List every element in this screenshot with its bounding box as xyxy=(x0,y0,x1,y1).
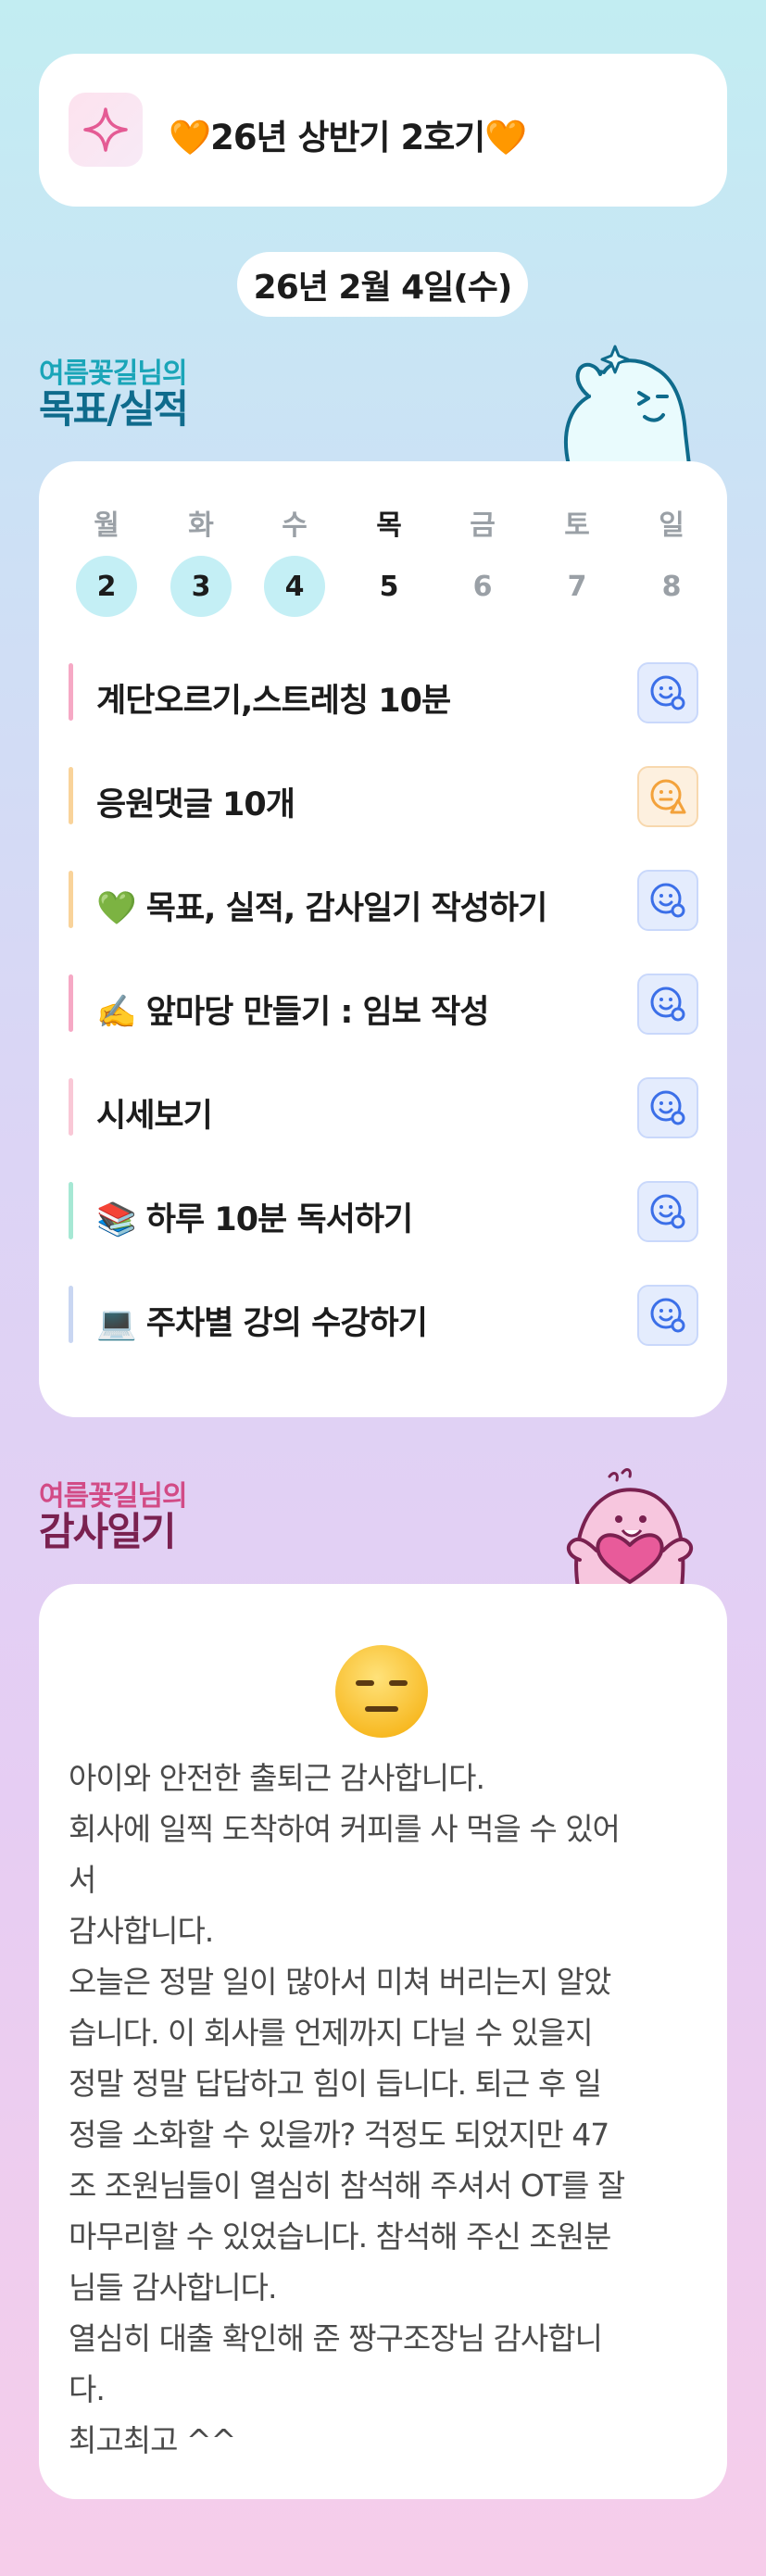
day-name: 목 xyxy=(376,509,402,542)
task-color-bar xyxy=(69,663,73,721)
date-selector[interactable]: 26년 2월 4일(수) xyxy=(237,252,528,317)
day-number: 7 xyxy=(567,570,587,603)
task-row[interactable]: 응원댓글 10개 xyxy=(69,761,698,828)
day-number: 6 xyxy=(472,570,493,603)
day-number: 5 xyxy=(379,570,399,603)
blue-smile-icon[interactable] xyxy=(637,1181,698,1242)
day-name: 토 xyxy=(564,509,590,542)
day-number: 2 xyxy=(76,556,137,617)
task-row[interactable]: 💚 목표, 실적, 감사일기 작성하기 xyxy=(69,865,698,932)
blue-smile-icon[interactable] xyxy=(637,1285,698,1346)
day-friday[interactable]: 금 6 xyxy=(450,508,515,617)
task-color-bar xyxy=(69,767,73,824)
task-label: 응원댓글 10개 xyxy=(96,786,295,823)
mascot-thumbs-up-illustration xyxy=(564,345,691,465)
goals-card: 월 2 화 3 수 4 목 5 금 6 토 7 일 8 계단오르기,스트레칭 1… xyxy=(39,461,727,1417)
gratitude-line: 조 조원님들이 열심히 참석해 주셔서 OT를 잘 xyxy=(69,2168,625,2204)
blue-smile-icon[interactable] xyxy=(637,974,698,1035)
day-monday[interactable]: 월 2 xyxy=(74,508,139,617)
task-label: 💚 목표, 실적, 감사일기 작성하기 xyxy=(96,890,547,927)
gratitude-line: 감사합니다. xyxy=(69,1913,214,1949)
gratitude-line: 정을 소화할 수 있을까? 걱정도 되었지만 47 xyxy=(69,2117,609,2153)
mascot-heart-illustration xyxy=(566,1468,694,1588)
task-color-bar xyxy=(69,1182,73,1239)
gratitude-text: 아이와 안전한 출퇴근 감사합니다. 회사에 일찍 도착하여 커피를 사 먹을 … xyxy=(69,1753,708,2466)
day-number: 4 xyxy=(264,556,325,617)
blue-smile-icon[interactable] xyxy=(637,870,698,931)
day-name: 수 xyxy=(282,509,308,542)
day-name: 금 xyxy=(470,509,496,542)
blue-smile-icon[interactable] xyxy=(637,1077,698,1138)
task-row[interactable]: 시세보기 xyxy=(69,1073,698,1139)
task-row[interactable]: 💻 주차별 강의 수강하기 xyxy=(69,1280,698,1347)
blue-smile-icon[interactable] xyxy=(637,662,698,723)
day-tuesday[interactable]: 화 3 xyxy=(169,508,233,617)
task-row[interactable]: ✍️ 앞마당 만들기 : 임보 작성 xyxy=(69,969,698,1036)
gratitude-line: 오늘은 정말 일이 많아서 미쳐 버리는지 알았 xyxy=(69,1964,611,2000)
gratitude-line: 서 xyxy=(69,1862,96,1898)
task-color-bar xyxy=(69,871,73,928)
gratitude-line: 님들 감사합니다. xyxy=(69,2269,278,2306)
gratitude-line: 최고최고 ^^ xyxy=(69,2422,236,2458)
task-label: 💻 주차별 강의 수강하기 xyxy=(96,1305,428,1342)
gratitude-line: 회사에 일찍 도착하여 커피를 사 먹을 수 있어 xyxy=(69,1811,621,1847)
sparkle-icon xyxy=(69,93,143,167)
day-name: 일 xyxy=(659,509,684,542)
gratitude-card: 아이와 안전한 출퇴근 감사합니다. 회사에 일찍 도착하여 커피를 사 먹을 … xyxy=(39,1584,727,2499)
task-color-bar xyxy=(69,1286,73,1343)
goals-section-title: 목표/실적 xyxy=(39,386,189,432)
gratitude-line: 아이와 안전한 출퇴근 감사합니다. xyxy=(69,1760,485,1796)
day-number: 8 xyxy=(661,570,682,603)
day-saturday[interactable]: 토 7 xyxy=(545,508,609,617)
day-wednesday[interactable]: 수 4 xyxy=(262,508,327,617)
group-header-card[interactable]: 🧡26년 상반기 2호기🧡 xyxy=(39,54,727,207)
expressionless-face-icon xyxy=(335,1645,428,1738)
task-label: 계단오르기,스트레칭 10분 xyxy=(96,683,451,720)
task-color-bar xyxy=(69,1078,73,1136)
gratitude-line: 마무리할 수 있었습니다. 참석해 주신 조원분 xyxy=(69,2218,611,2255)
gratitude-line: 정말 정말 답답하고 힘이 듭니다. 퇴근 후 일 xyxy=(69,2066,602,2102)
task-row[interactable]: 📚 하루 10분 독서하기 xyxy=(69,1176,698,1243)
orange-warning-icon[interactable] xyxy=(637,766,698,827)
task-color-bar xyxy=(69,974,73,1032)
gratitude-section-title: 감사일기 xyxy=(39,1509,177,1554)
task-label: 📚 하루 10분 독서하기 xyxy=(96,1201,413,1238)
gratitude-line: 습니다. 이 회사를 언제까지 다닐 수 있을지 xyxy=(69,2015,594,2051)
day-number: 3 xyxy=(170,556,232,617)
task-label: 시세보기 xyxy=(96,1098,213,1135)
gratitude-line: 열심히 대출 확인해 준 짱구조장님 감사합니 xyxy=(69,2320,603,2356)
task-label: ✍️ 앞마당 만들기 : 임보 작성 xyxy=(96,994,490,1031)
gratitude-line: 다. xyxy=(69,2371,106,2407)
day-name: 월 xyxy=(94,509,119,542)
group-title: 🧡26년 상반기 2호기🧡 xyxy=(169,118,527,157)
day-thursday[interactable]: 목 5 xyxy=(357,508,421,617)
task-row[interactable]: 계단오르기,스트레칭 10분 xyxy=(69,658,698,724)
day-sunday[interactable]: 일 8 xyxy=(639,508,704,617)
day-name: 화 xyxy=(188,509,214,542)
